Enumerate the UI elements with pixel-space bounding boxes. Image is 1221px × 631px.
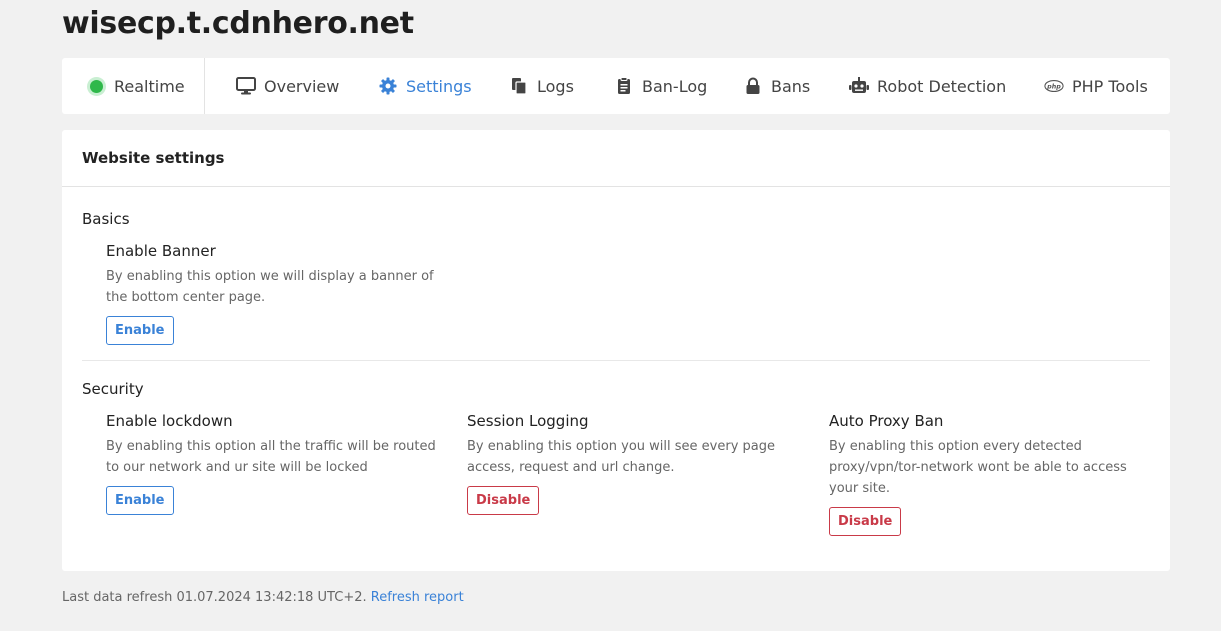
tab-robot-detection[interactable]: Robot Detection — [849, 58, 1006, 114]
website-settings-card: Website settings Basics Enable Banner By… — [62, 130, 1170, 571]
option-session-logging: Session Logging By enabling this option … — [467, 412, 777, 515]
main-nav: Realtime Overview Settings Logs Ban-Log … — [62, 58, 1170, 114]
tab-php-tools[interactable]: php PHP Tools — [1044, 58, 1148, 114]
tab-robot-detection-label: Robot Detection — [877, 76, 1007, 96]
section-security-title: Security — [82, 380, 144, 398]
tab-overview-label: Overview — [264, 76, 340, 96]
option-description: By enabling this option all the traffic … — [106, 439, 436, 475]
monitor-icon — [236, 77, 256, 95]
php-icon: php — [1044, 77, 1064, 95]
files-icon — [509, 77, 529, 95]
option-title: Enable Banner — [106, 242, 216, 260]
footer: Last data refresh 01.07.2024 13:42:18 UT… — [62, 590, 464, 605]
section-basics-title: Basics — [82, 210, 130, 228]
option-description: By enabling this option you will see eve… — [467, 439, 775, 475]
tab-logs[interactable]: Logs — [509, 58, 574, 114]
option-enable-banner: Enable Banner By enabling this option we… — [106, 242, 436, 345]
option-title: Session Logging — [467, 412, 589, 430]
gear-icon — [378, 77, 398, 95]
tab-ban-log-label: Ban-Log — [642, 76, 708, 96]
tab-php-tools-label: PHP Tools — [1072, 76, 1148, 96]
option-auto-proxy-ban: Auto Proxy Ban By enabling this option e… — [829, 412, 1154, 536]
tab-realtime[interactable]: Realtime — [62, 58, 205, 114]
disable-session-logging-button[interactable]: Disable — [467, 486, 540, 515]
last-refresh-text: Last data refresh 01.07.2024 13:42:18 UT… — [62, 590, 367, 605]
site-title: wisecp.t.cdnhero.net — [62, 6, 414, 41]
card-header: Website settings — [62, 130, 1170, 187]
section-divider — [82, 360, 1150, 361]
lock-icon — [743, 77, 763, 95]
option-description: By enabling this option every detected p… — [829, 439, 1127, 496]
tab-logs-label: Logs — [537, 76, 574, 96]
disable-auto-proxy-ban-button[interactable]: Disable — [829, 507, 902, 536]
enable-banner-button[interactable]: Enable — [106, 316, 174, 345]
clipboard-icon — [614, 77, 634, 95]
tab-ban-log[interactable]: Ban-Log — [614, 58, 707, 114]
realtime-status-icon — [86, 77, 106, 95]
tab-settings[interactable]: Settings — [378, 58, 472, 114]
option-title: Enable lockdown — [106, 412, 233, 430]
svg-text:php: php — [1046, 83, 1061, 90]
tab-bans-label: Bans — [771, 76, 811, 96]
refresh-report-link[interactable]: Refresh report — [371, 590, 464, 605]
tab-settings-label: Settings — [406, 76, 472, 96]
option-description: By enabling this option we will display … — [106, 269, 434, 305]
tab-overview[interactable]: Overview — [236, 58, 339, 114]
robot-icon — [849, 77, 869, 95]
enable-lockdown-button[interactable]: Enable — [106, 486, 174, 515]
option-enable-lockdown: Enable lockdown By enabling this option … — [106, 412, 436, 515]
tab-realtime-label: Realtime — [114, 76, 185, 96]
tab-bans[interactable]: Bans — [743, 58, 810, 114]
option-title: Auto Proxy Ban — [829, 412, 944, 430]
